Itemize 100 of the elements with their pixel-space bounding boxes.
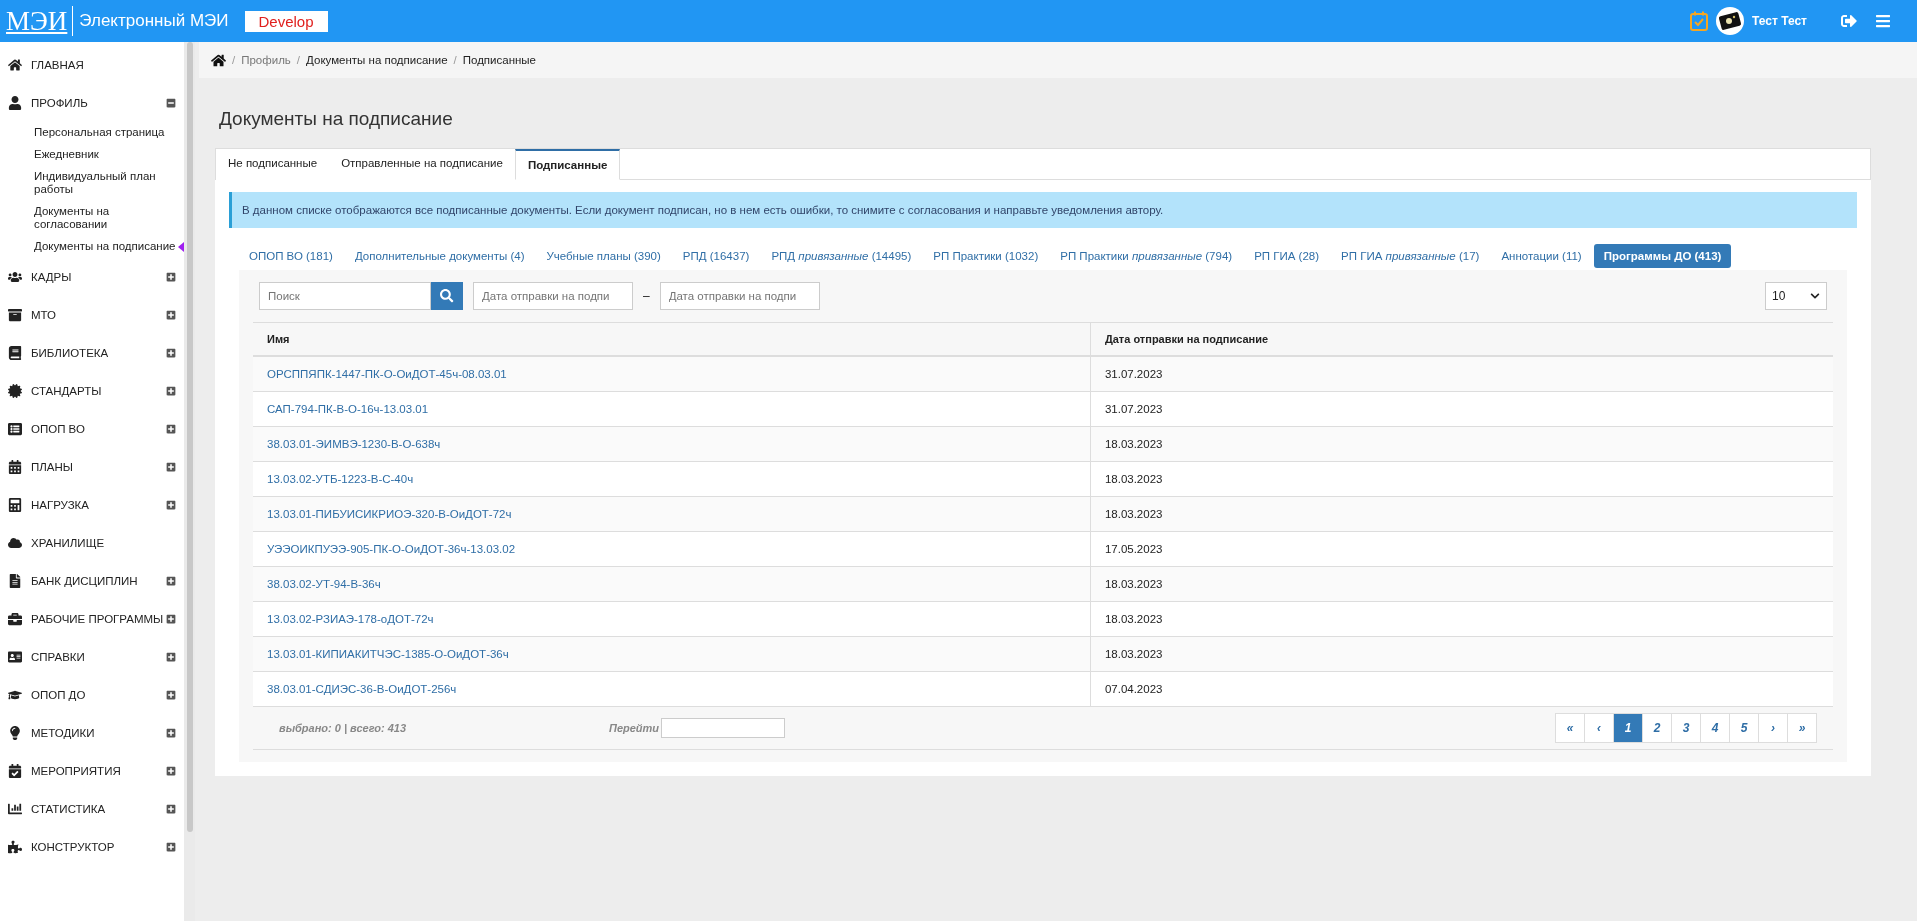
document-link[interactable]: 38.03.01-ЭИМВЭ-1230-В-О-638ч <box>267 438 441 450</box>
expand-icon[interactable] <box>166 576 176 586</box>
logo[interactable]: МЭИ <box>6 6 74 36</box>
sidebar-item[interactable]: МЕТОДИКИ <box>0 714 184 752</box>
page-button[interactable]: 4 <box>1700 713 1730 743</box>
document-link[interactable]: 38.03.02-УТ-94-В-36ч <box>267 578 381 590</box>
category-tab[interactable]: РП Практики привязанные (794) <box>1050 244 1243 268</box>
scrollbar-thumb[interactable] <box>186 42 193 832</box>
page-button[interactable]: 5 <box>1729 713 1759 743</box>
sidebar-item[interactable]: НАГРУЗКА <box>0 486 184 524</box>
category-tab[interactable]: РП ГИА (28) <box>1244 244 1330 268</box>
expand-icon[interactable] <box>166 690 176 700</box>
document-link[interactable]: 38.03.01-СДИЭС-36-В-ОиДОТ-256ч <box>267 683 457 695</box>
expand-icon[interactable] <box>166 462 176 472</box>
expand-icon[interactable] <box>166 728 176 738</box>
sidebar-item[interactable]: СПРАВКИ <box>0 638 184 676</box>
submenu-item[interactable]: Индивидуальный план работы <box>0 166 184 201</box>
document-link[interactable]: 13.03.02-УТБ-1223-В-С-40ч <box>267 473 414 485</box>
breadcrumb-separator: / <box>296 54 301 66</box>
sidebar-item-label: ПРОФИЛЬ <box>31 97 89 109</box>
goto-page-field[interactable] <box>661 718 786 738</box>
sidebar-item[interactable]: МЕРОПРИЯТИЯ <box>0 752 184 790</box>
submenu-item[interactable]: Ежедневник <box>0 144 184 166</box>
tab[interactable]: Подписанные <box>514 149 621 180</box>
sidebar-item-label: ПЛАНЫ <box>31 461 74 473</box>
category-tab[interactable]: РП Практики (1032) <box>923 244 1049 268</box>
collapse-icon[interactable] <box>166 98 176 108</box>
sidebar-item[interactable]: БАНК ДИСЦИПЛИН <box>0 562 184 600</box>
date-text: 18.03.2023 <box>1104 438 1163 450</box>
sidebar-item-label: МЕТОДИКИ <box>31 727 96 739</box>
expand-icon[interactable] <box>166 766 176 776</box>
date-text: 18.03.2023 <box>1104 648 1163 660</box>
expand-icon[interactable] <box>166 842 176 852</box>
document-link[interactable]: ОРСППЯПК-1447-ПК-О-ОиДОТ-45ч-08.03.01 <box>267 368 507 380</box>
expand-icon[interactable] <box>166 652 176 662</box>
category-tab[interactable]: Дополнительные документы (4) <box>344 244 535 268</box>
breadcrumb[interactable]: Профиль <box>241 54 291 66</box>
breadcrumb[interactable]: Документы на подписание <box>306 54 448 66</box>
avatar[interactable] <box>1716 7 1745 35</box>
expand-icon[interactable] <box>166 614 176 624</box>
search-field[interactable]: Поиск <box>259 282 431 310</box>
environment-badge: Develop <box>244 10 328 32</box>
document-link[interactable]: 13.03.01-ПИБУИСИКРИОЭ-320-В-ОиДОТ-72ч <box>267 508 512 520</box>
category-tab[interactable]: РП ГИА привязанные (17) <box>1331 244 1490 268</box>
expand-icon[interactable] <box>166 386 176 396</box>
date-text: 18.03.2023 <box>1104 473 1163 485</box>
sidebar-item[interactable]: БИБЛИОТЕКА <box>0 334 184 372</box>
category-tab[interactable]: РПД привязанные (14495) <box>761 244 922 268</box>
page-button[interactable]: 2 <box>1642 713 1672 743</box>
column-header: Имя <box>253 322 1091 356</box>
logout-icon[interactable] <box>1841 13 1857 29</box>
category-tab[interactable]: РПД (16437) <box>672 244 760 268</box>
date-from-field[interactable]: Дата отправки на подпи <box>473 282 633 310</box>
sidebar-item[interactable]: ХРАНИЛИЩЕ <box>0 524 184 562</box>
menu-icon[interactable] <box>1875 13 1891 29</box>
sidebar-item[interactable]: КОНСТРУКТОР <box>0 828 184 866</box>
expand-icon[interactable] <box>166 310 176 320</box>
page-button[interactable]: » <box>1787 713 1817 743</box>
sidebar-item[interactable]: СТАНДАРТЫ <box>0 372 184 410</box>
breadcrumb: Подписанные <box>462 54 536 66</box>
document-link[interactable]: 13.03.01-КИПИАКИТЧЭС-1385-О-ОиДОТ-36ч <box>267 648 509 660</box>
expand-icon[interactable] <box>166 348 176 358</box>
submenu-item[interactable]: Документы на согласовании <box>0 201 184 236</box>
sidebar-item[interactable]: ОПОП ДО <box>0 676 184 714</box>
document-link[interactable]: САП-794-ПК-В-О-16ч-13.03.01 <box>267 403 429 415</box>
sidebar-item[interactable]: ПРОФИЛЬ <box>0 84 184 122</box>
sidebar-item[interactable]: ГЛАВНАЯ <box>0 46 184 84</box>
calendar-check-icon[interactable] <box>1690 11 1709 31</box>
breadcrumb-separator: / <box>453 54 457 66</box>
page-button[interactable]: « <box>1555 713 1585 743</box>
date-text: 31.07.2023 <box>1104 403 1163 415</box>
date-to-field[interactable]: Дата отправки на подпи <box>659 282 820 310</box>
expand-icon[interactable] <box>166 500 176 510</box>
category-tab[interactable]: ОПОП ВО (181) <box>239 244 343 268</box>
document-link[interactable]: УЭЭОИКПУЭЭ-905-ПК-О-ОиДОТ-36ч-13.03.02 <box>267 543 516 555</box>
sidebar-item[interactable]: РАБОЧИЕ ПРОГРАММЫ <box>0 600 184 638</box>
page-button[interactable]: ‹ <box>1584 713 1614 743</box>
page-button[interactable]: 1 <box>1613 713 1643 743</box>
category-tab[interactable]: Программы ДО (413) <box>1593 244 1732 268</box>
info-message: В данном списке отображаются все подписанные документы. Если документ подписан, но в нем есть ошибки, то снимите с согласования и направьте уведомления автору. <box>229 192 1857 228</box>
home-icon[interactable] <box>211 52 226 68</box>
expand-icon[interactable] <box>166 424 176 434</box>
sidebar-item-label: ХРАНИЛИЩЕ <box>31 537 106 549</box>
page-button[interactable]: › <box>1758 713 1788 743</box>
sidebar-item[interactable]: ОПОП ВО <box>0 410 184 448</box>
submenu-item[interactable]: Персональная страница <box>0 122 184 144</box>
document-link[interactable]: 13.03.02-РЗИАЭ-178-оДОТ-72ч <box>267 613 434 625</box>
sidebar-item[interactable]: КАДРЫ <box>0 258 184 296</box>
sidebar-item[interactable]: ПЛАНЫ <box>0 448 184 486</box>
expand-icon[interactable] <box>166 272 176 282</box>
page-button[interactable]: 3 <box>1671 713 1701 743</box>
category-tab[interactable]: Аннотации (11) <box>1491 244 1592 268</box>
page-size-select[interactable]: 10 <box>1765 282 1827 310</box>
sidebar-item-label: МТО <box>31 309 58 321</box>
category-tab[interactable]: Учебные планы (390) <box>536 244 671 268</box>
user-name[interactable]: Тест Тест <box>1752 14 1807 28</box>
sidebar-item[interactable]: СТАТИСТИКА <box>0 790 184 828</box>
sidebar-item[interactable]: МТО <box>0 296 184 334</box>
search-button[interactable] <box>431 282 463 310</box>
expand-icon[interactable] <box>166 804 176 814</box>
